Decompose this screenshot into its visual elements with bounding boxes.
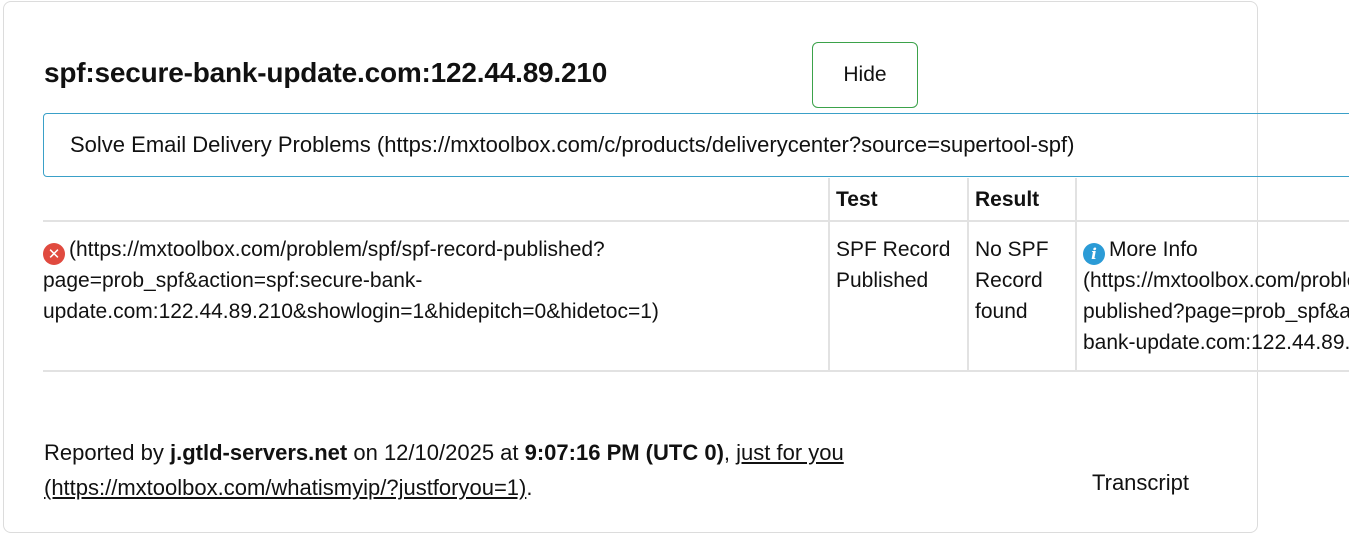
header-test: Test	[828, 178, 968, 222]
table-header-row: Test Result	[43, 178, 1349, 222]
more-info-link[interactable]: More Info (https://mxtoolbox.com/problem…	[1083, 238, 1349, 354]
test-cell: SPF Record Published	[828, 221, 968, 372]
header-info	[1075, 178, 1349, 222]
transcript-link[interactable]: Transcript	[1092, 470, 1189, 496]
hide-button[interactable]: Hide	[812, 42, 918, 108]
result-cell: No SPF Record found	[967, 221, 1076, 372]
info-icon: i	[1083, 243, 1105, 265]
results-table-wrapper: Test Result ✕ (https://mxtoolbox.com/prob…	[43, 178, 1349, 392]
report-footer: Reported by j.gtld-servers.net on 12/10/…	[44, 440, 844, 500]
more-info-cell: i More Info (https://mxtoolbox.com/proble…	[1075, 221, 1349, 372]
error-icon: ✕	[43, 243, 65, 265]
delivery-banner-link[interactable]: Solve Email Delivery Problems (https://m…	[70, 132, 1074, 158]
results-table: Test Result ✕ (https://mxtoolbox.com/prob…	[43, 178, 1349, 372]
report-time: 9:07:16 PM (UTC 0)	[524, 440, 724, 465]
table-row: ✕ (https://mxtoolbox.com/problem/spf/spf-…	[43, 221, 1349, 372]
problem-link[interactable]: (https://mxtoolbox.com/problem/spf/spf-r…	[43, 238, 659, 323]
page-title: spf:secure-bank-update.com:122.44.89.210	[44, 57, 608, 88]
delivery-banner[interactable]: Solve Email Delivery Problems (https://m…	[43, 113, 1349, 177]
server-name: j.gtld-servers.net	[169, 440, 348, 465]
header-status	[43, 178, 829, 222]
problem-cell: ✕ (https://mxtoolbox.com/problem/spf/spf-…	[43, 221, 829, 372]
header-result: Result	[967, 178, 1076, 222]
